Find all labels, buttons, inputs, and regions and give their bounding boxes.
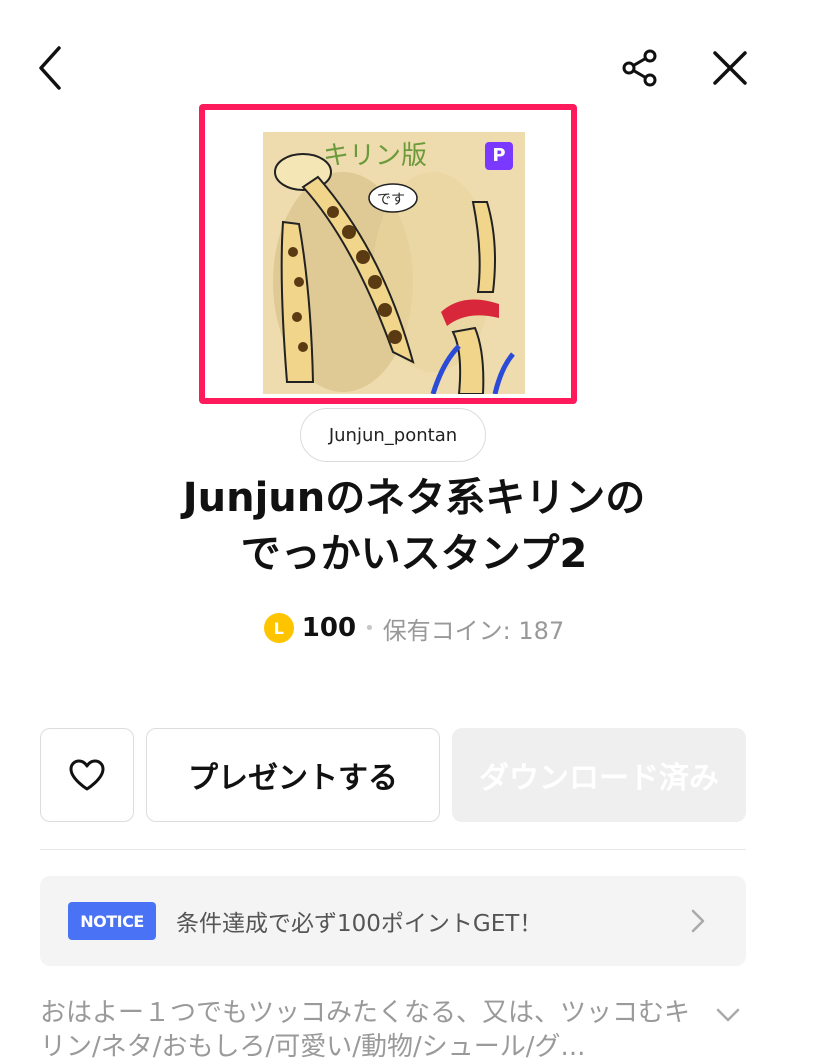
gift-button[interactable]: プレゼントする <box>146 728 440 822</box>
share-icon <box>622 49 657 87</box>
sticker-title-line1: Junjunのネタ系キリンの <box>182 475 646 521</box>
chevron-left-icon <box>39 46 61 90</box>
close-icon <box>713 51 747 85</box>
sticker-title-line2: でっかいスタンプ2 <box>240 531 588 577</box>
heart-icon <box>69 759 105 791</box>
chevron-right-icon <box>678 901 718 941</box>
sticker-thumbnail-frame[interactable]: キリン版 です P <box>199 104 577 404</box>
back-button[interactable] <box>22 38 78 98</box>
premium-badge: P <box>485 142 513 170</box>
author-chip[interactable]: Junjun_pontan <box>300 408 486 462</box>
notice-text: 条件達成で必ず100ポイントGET！ <box>176 911 543 937</box>
separator-dot: • <box>364 617 375 639</box>
downloaded-button[interactable]: ダウンロード済み <box>452 728 746 822</box>
chevron-down-icon[interactable] <box>708 1000 748 1030</box>
price: 100 <box>301 613 357 643</box>
action-buttons: プレゼントする ダウンロード済み <box>40 728 746 822</box>
divider <box>40 849 746 850</box>
notice-banner[interactable]: NOTICE 条件達成で必ず100ポイントGET！ <box>40 876 746 966</box>
close-button[interactable] <box>702 40 758 96</box>
owned-coins: 保有コイン: 187 <box>382 616 565 645</box>
price-row: L 100 • 保有コイン: 187 <box>0 606 828 650</box>
share-button[interactable] <box>612 40 668 96</box>
like-button[interactable] <box>40 728 134 822</box>
line-coin-icon: L <box>263 613 294 643</box>
sticker-thumbnail-image: キリン版 です <box>263 132 525 394</box>
notice-badge: NOTICE <box>68 902 156 940</box>
svg-text:です: です <box>377 192 405 208</box>
description-text: おはよー１つでもツッコみたくなる、又は、ツッコむキリン/ネタ/おもしろ/可愛い/… <box>40 998 691 1061</box>
sticker-title: Junjunのネタ系キリンの でっかいスタンプ2 <box>40 470 788 582</box>
svg-text:キリン版: キリン版 <box>323 141 427 171</box>
